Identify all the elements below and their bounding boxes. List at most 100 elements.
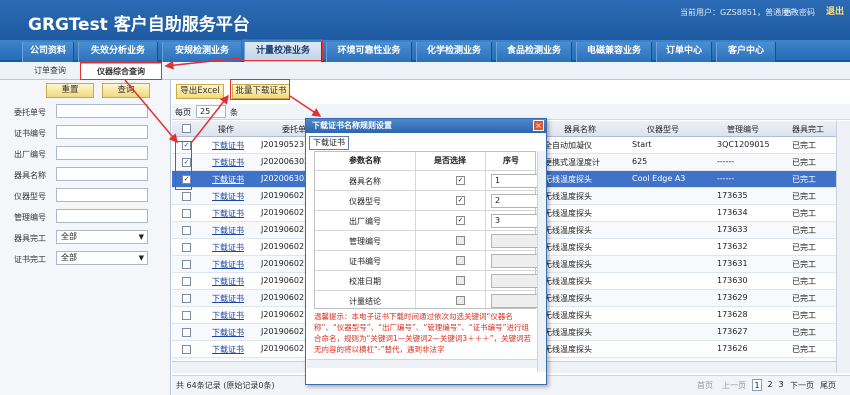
mgmt-no-cell: 173633 — [717, 225, 748, 234]
page-2-link[interactable]: 2 — [765, 379, 775, 391]
grid-vertical-scrollbar[interactable] — [836, 121, 850, 373]
rule-select-checkbox[interactable] — [456, 276, 465, 285]
prev-page-link[interactable]: 上一页 — [722, 380, 746, 391]
row-checkbox[interactable] — [182, 192, 191, 201]
rule-select-checkbox[interactable] — [456, 296, 465, 305]
next-page-link[interactable]: 下一页 — [790, 380, 814, 391]
nav-order-center[interactable]: 订单中心 — [656, 42, 712, 62]
download-cert-link[interactable]: 下载证书 — [212, 259, 244, 270]
dialog-title: 下载证书名称规则设置 — [306, 119, 546, 133]
dialog-horizontal-scrollbar[interactable] — [307, 359, 537, 368]
done-cell: 已完工 — [792, 226, 816, 235]
mgmt-no-cell: ------ — [717, 174, 735, 183]
download-cert-link[interactable]: 下载证书 — [212, 191, 244, 202]
row-checkbox[interactable] — [182, 345, 191, 354]
rule-row: 校准日期 — [315, 270, 540, 290]
download-cert-link[interactable]: 下载证书 — [212, 174, 244, 185]
change-password-link[interactable]: 更改密码 — [783, 7, 815, 18]
done-cell: 已完工 — [792, 209, 816, 218]
rule-order-input[interactable] — [491, 274, 540, 288]
model-input[interactable] — [56, 188, 148, 202]
rule-param-name: 出厂编号 — [349, 217, 381, 226]
export-excel-button[interactable]: 导出Excel — [176, 84, 224, 99]
order-no-input[interactable] — [56, 104, 148, 118]
rule-row: 管理编号 — [315, 230, 540, 250]
select-all-checkbox[interactable] — [182, 124, 191, 133]
serial-no-input[interactable] — [56, 146, 148, 160]
nav-environmental-reliability[interactable]: 环境可靠性业务 — [326, 42, 412, 62]
nav-safety-testing[interactable]: 安规检测业务 — [162, 42, 242, 62]
download-cert-link[interactable]: 下载证书 — [212, 327, 244, 338]
download-cert-link[interactable]: 下载证书 — [212, 293, 244, 304]
close-icon[interactable]: × — [533, 120, 544, 131]
rule-order-input[interactable] — [491, 294, 540, 308]
row-checkbox[interactable] — [182, 243, 191, 252]
rule-order-input[interactable]: 1 — [491, 174, 540, 188]
rule-order-input[interactable]: 3 — [491, 214, 540, 228]
download-cert-link[interactable]: 下载证书 — [212, 276, 244, 287]
record-total: 共 64条记录 (原始记录0条) — [176, 381, 275, 390]
first-page-link[interactable]: 首页 — [697, 380, 713, 391]
rule-select-checkbox[interactable] — [456, 256, 465, 265]
cert-no-input[interactable] — [56, 125, 148, 139]
download-cert-link[interactable]: 下载证书 — [212, 310, 244, 321]
done-cell: 已完工 — [792, 243, 816, 252]
instrument-name-cell: 无线温度探头 — [544, 311, 592, 320]
nav-failure-analysis[interactable]: 失效分析业务 — [78, 42, 158, 62]
instrument-name-cell: 无线温度探头 — [544, 209, 592, 218]
field-label-instrument-done: 器具完工 — [14, 234, 46, 243]
row-checkbox[interactable] — [182, 260, 191, 269]
dialog-vertical-scrollbar[interactable] — [537, 151, 546, 372]
row-checkbox[interactable] — [182, 311, 191, 320]
nav-customer-center[interactable]: 客户中心 — [716, 42, 776, 62]
page-1-link[interactable]: 1 — [752, 379, 762, 391]
rule-order-input[interactable]: 2 — [491, 194, 540, 208]
field-label-instrument-name: 器具名称 — [14, 171, 46, 180]
instrument-done-select[interactable]: 全部 ▼ — [56, 230, 148, 244]
done-cell: 已完工 — [792, 328, 816, 337]
last-page-link[interactable]: 尾页 — [820, 380, 836, 391]
download-cert-link[interactable]: 下载证书 — [212, 140, 244, 151]
logout-link[interactable]: 退出 — [826, 4, 844, 17]
page-size-suffix: 条 — [230, 108, 238, 117]
mgmt-no-cell: 173635 — [717, 191, 748, 200]
done-cell: 已完工 — [792, 158, 816, 167]
chevron-down-icon: ▼ — [138, 233, 144, 241]
nav-company-info[interactable]: 公司资料 — [22, 42, 74, 62]
row-checkbox[interactable] — [182, 294, 191, 303]
field-label-cert-done: 证书完工 — [14, 255, 46, 264]
rule-select-checkbox[interactable] — [456, 236, 465, 245]
rule-select-checkbox[interactable]: ✓ — [456, 196, 465, 205]
rule-select-checkbox[interactable]: ✓ — [456, 216, 465, 225]
reset-button[interactable]: 重置 — [46, 83, 94, 98]
download-cert-link[interactable]: 下载证书 — [212, 344, 244, 355]
row-checkbox[interactable] — [182, 277, 191, 286]
instrument-name-input[interactable] — [56, 167, 148, 181]
page-size-value: 25 — [200, 107, 211, 116]
download-cert-link[interactable]: 下载证书 — [212, 225, 244, 236]
rule-order-input[interactable] — [491, 234, 540, 248]
nav-emc[interactable]: 电磁兼容业务 — [576, 42, 652, 62]
cert-done-select[interactable]: 全部 ▼ — [56, 251, 148, 265]
page-3-link[interactable]: 3 — [776, 379, 786, 391]
row-checkbox[interactable] — [182, 209, 191, 218]
page-size-select[interactable]: 25 — [196, 105, 226, 118]
nav-food-testing[interactable]: 食品检测业务 — [496, 42, 572, 62]
search-sidebar: 重置 查询 委托单号 证书编号 出厂编号 器具名称 仪器型号 管理编号 器具完工… — [0, 80, 171, 395]
rule-col-param: 参数名称 — [349, 156, 381, 165]
row-checkbox[interactable] — [182, 328, 191, 337]
nav-chemical-testing[interactable]: 化学检测业务 — [416, 42, 492, 62]
done-cell: 已完工 — [792, 141, 816, 150]
app-header: GRGTest 客户自助服务平台 当前用户：GZS8851，普通用户 更改密码 … — [0, 0, 850, 40]
tab-order-query[interactable]: 订单查询 — [22, 63, 78, 80]
download-cert-link[interactable]: 下载证书 — [212, 242, 244, 253]
mgmt-no-input[interactable] — [56, 209, 148, 223]
mgmt-no-cell: 173626 — [717, 344, 748, 353]
rule-select-checkbox[interactable]: ✓ — [456, 176, 465, 185]
rule-order-input[interactable] — [491, 254, 540, 268]
download-cert-link[interactable]: 下载证书 — [212, 208, 244, 219]
query-button[interactable]: 查询 — [102, 83, 150, 98]
download-cert-button[interactable]: 下载证书 — [309, 136, 349, 150]
row-checkbox[interactable] — [182, 226, 191, 235]
download-cert-link[interactable]: 下载证书 — [212, 157, 244, 168]
